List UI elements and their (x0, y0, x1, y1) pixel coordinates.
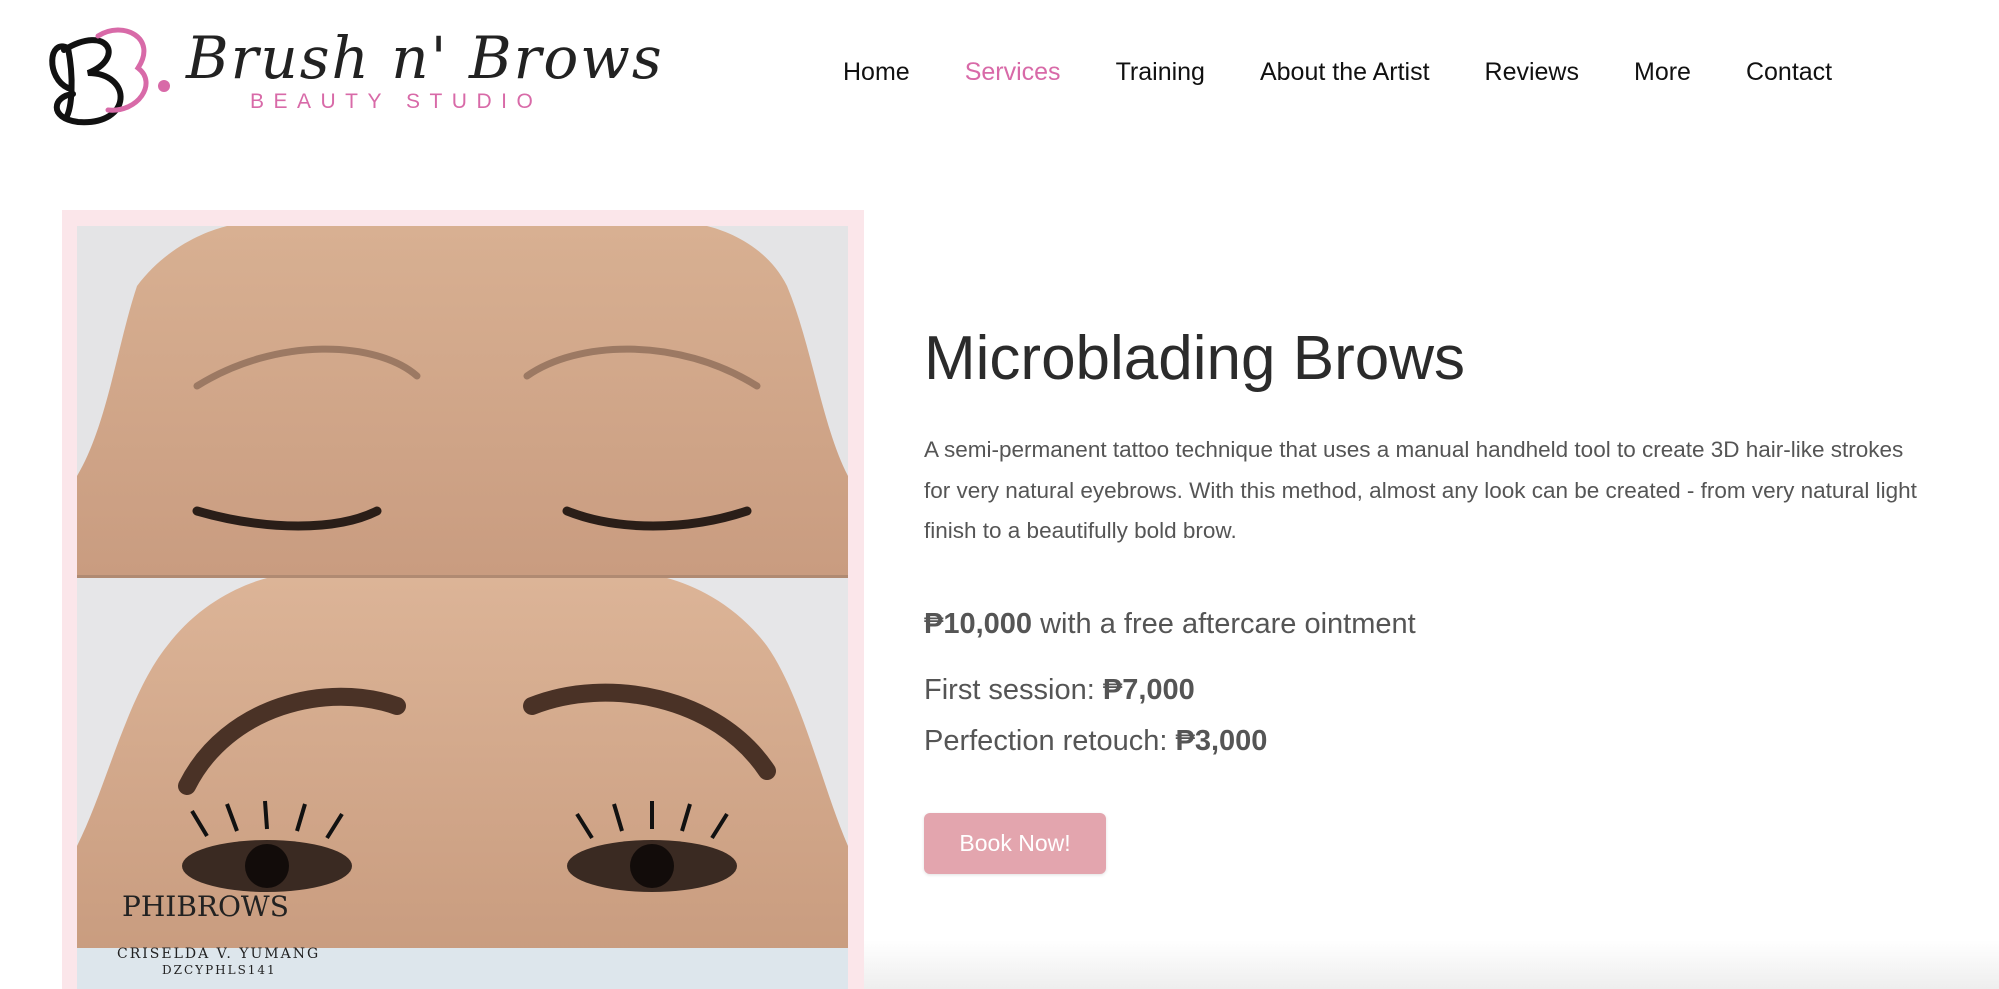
service-photo-frame: PHIBROWS CRISELDA V. YUMANG DZCYPHLS141 (62, 210, 864, 989)
watermark-code: DZCYPHLS141 (162, 963, 277, 977)
service-price: ₱10,000 (924, 607, 1033, 640)
book-now-button[interactable]: Book Now! (924, 813, 1106, 874)
nav-item-more[interactable]: More (1634, 58, 1691, 87)
nav-item-home[interactable]: Home (843, 58, 910, 87)
service-description: A semi-permanent tattoo technique that u… (924, 437, 1917, 543)
nav-item-reviews[interactable]: Reviews (1485, 58, 1579, 87)
service-title: Microblading Brows (924, 324, 1465, 393)
first-session-price: ₱7,000 (1102, 673, 1195, 706)
retouch-label: Perfection retouch: (924, 724, 1176, 757)
price-line: ₱10,000 with a free aftercare ointment (924, 608, 1924, 641)
brand-name: Brush n' Brows (186, 24, 664, 92)
brand-logo[interactable]: Brush n' Brows BEAUTY STUDIO (38, 18, 662, 128)
nav-item-about-the-artist[interactable]: About the Artist (1260, 58, 1430, 87)
before-after-photo: PHIBROWS CRISELDA V. YUMANG DZCYPHLS141 (77, 226, 848, 989)
nav-item-services[interactable]: Services (965, 58, 1061, 87)
nav-item-training[interactable]: Training (1116, 58, 1205, 87)
first-session-line: First session: ₱7,000 (924, 665, 1924, 716)
brand-tagline: BEAUTY STUDIO (250, 90, 543, 113)
logo-monogram-icon (49, 27, 170, 126)
bottom-shadow (864, 940, 1999, 989)
site-header: Brush n' Brows BEAUTY STUDIO Home Servic… (0, 0, 1999, 150)
watermark-brand: PHIBROWS (122, 890, 289, 923)
retouch-price: ₱3,000 (1175, 724, 1268, 757)
main-nav: Home Services Training About the Artist … (843, 54, 1832, 90)
nav-item-contact[interactable]: Contact (1746, 58, 1832, 87)
first-session-label: First session: (924, 673, 1103, 706)
watermark-artist: CRISELDA V. YUMANG (117, 946, 320, 962)
price-note: with a free aftercare ointment (1032, 607, 1416, 640)
service-details: Microblading Brows A semi-permanent tatt… (924, 320, 1924, 874)
retouch-line: Perfection retouch: ₱3,000 (924, 716, 1924, 767)
